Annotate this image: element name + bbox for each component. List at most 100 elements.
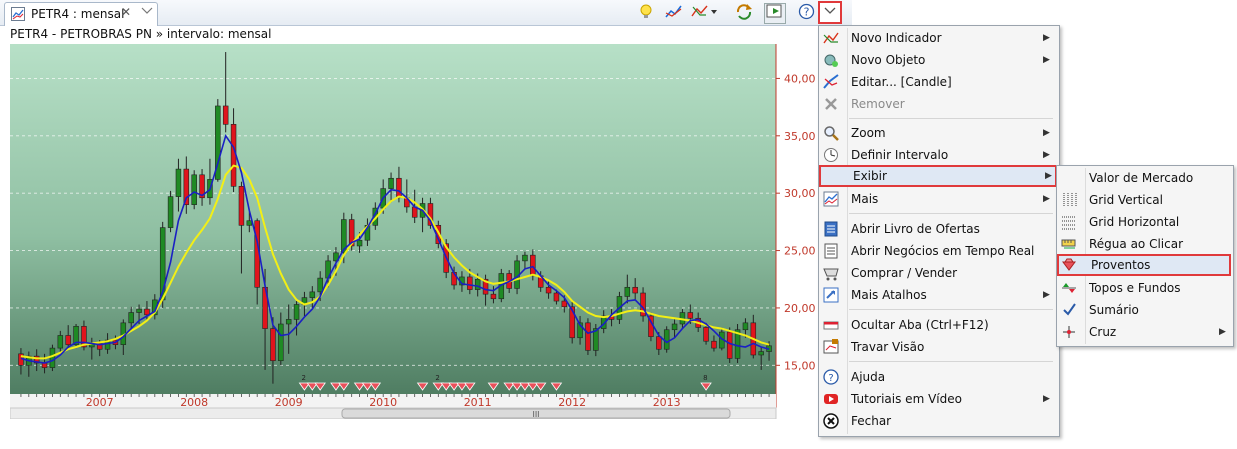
candle-body[interactable] [128,312,134,324]
candle-body[interactable] [246,220,253,226]
tab-overflow-icon[interactable] [140,4,154,20]
candle-body[interactable] [656,336,662,350]
help-icon[interactable]: ? [796,3,816,22]
provento-count-label: 2 [435,374,439,382]
submenu-arrow-icon: ▶ [1043,33,1050,43]
menu-item-cruz[interactable]: Cruz ▶ [1057,321,1231,343]
menu-item-comprar-vender[interactable]: Comprar / Vender [819,262,1057,284]
candle-body[interactable] [530,254,536,277]
submenu-arrow-icon: ▶ [1043,150,1050,160]
menu-item-fechar[interactable]: Fechar [819,410,1057,432]
submenu-arrow-icon: ▶ [1043,394,1050,404]
menu-item-mais[interactable]: Mais ▶ [819,188,1057,210]
candle-body[interactable] [356,239,363,247]
candle-body[interactable] [270,328,276,362]
candle-body[interactable] [663,329,670,350]
candle-body[interactable] [703,327,709,342]
svg-text:?: ? [803,6,809,19]
tab-close-icon[interactable]: ✕ [121,5,131,19]
submenu-arrow-icon: ▶ [1043,55,1050,65]
menu-item-grid-vertical[interactable]: Grid Vertical [1057,189,1231,211]
candle-body[interactable] [144,308,150,316]
candle-body[interactable] [726,331,733,359]
lightbulb-icon[interactable] [636,3,656,22]
candle-body[interactable] [474,278,481,290]
candle-body[interactable] [687,312,694,319]
candle-body[interactable] [545,286,552,294]
menu-item-novo-indicador[interactable]: Novo Indicador ▶ [819,27,1057,49]
candle-body[interactable] [561,300,568,308]
candle-body[interactable] [57,335,64,349]
refresh-icon[interactable] [734,3,754,22]
menu-item-ocultar-aba-ctrl-f12[interactable]: Ocultar Aba (Ctrl+F12) [819,314,1057,336]
menu-item-label: Abrir Livro de Ofertas [851,222,980,236]
submenu-arrow-icon: ▶ [1043,128,1050,138]
menu-item-ajuda[interactable]: ? Ajuda [819,366,1057,388]
menu-item-exibir[interactable]: Exibir ▶ [819,165,1057,187]
regua-ao-clicar-icon [1061,239,1076,249]
candle-body[interactable] [467,276,473,290]
indicator-icon[interactable] [664,3,684,22]
candle-body[interactable] [278,323,284,362]
candle-body[interactable] [758,351,764,356]
chart-tab[interactable]: PETR4 : mensal ✕ [4,2,158,26]
x-tick-label: 2013 [653,396,681,409]
menu-item-editar-candle[interactable]: Editar... [Candle] [819,71,1057,93]
candle-body[interactable] [522,254,528,262]
menu-item-label: Régua ao Clicar [1089,237,1184,251]
menu-item-label: Tutoriais em Vídeo [851,392,962,406]
candle-body[interactable] [136,308,142,313]
view-menu-icon[interactable] [818,1,842,24]
candle-body[interactable] [317,277,323,293]
candle-body[interactable] [191,174,197,205]
scrollbar-grip: III [532,410,539,419]
menu-item-zoom[interactable]: Zoom ▶ [819,122,1057,144]
indicator-dropdown-icon[interactable] [690,3,720,22]
export-icon[interactable] [764,3,786,24]
menu-item-abrir-livro-de-ofertas[interactable]: Abrir Livro de Ofertas [819,218,1057,240]
menu-item-regua-ao-clicar[interactable]: Régua ao Clicar [1057,233,1231,255]
candle-body[interactable] [65,335,71,345]
menu-item-label: Exibir [853,169,887,183]
grid-vertical-icon [1063,193,1077,207]
y-tick-label: 20,00 [784,302,816,315]
menu-item-tutoriais-em-video[interactable]: Tutoriais em Vídeo ▶ [819,388,1057,410]
menu-item-label: Ajuda [851,370,886,384]
candle-body[interactable] [222,105,229,125]
menu-item-label: Topos e Fundos [1089,281,1181,295]
candle-body[interactable] [309,291,316,298]
mais-atalhos-icon [823,287,839,303]
candle-body[interactable] [238,185,245,226]
menu-item-grid-horizontal[interactable]: Grid Horizontal [1057,211,1231,233]
candle-body[interactable] [396,177,402,199]
candle-body[interactable] [388,177,394,189]
candle-body[interactable] [711,340,717,349]
candle-body[interactable] [175,168,182,197]
candle-body[interactable] [49,347,56,368]
candlestick-chart[interactable]: 40,00 35,00 30,00 25,00 20,00 15,00 2 2 8 2007 200… [9,44,820,420]
chart-svg[interactable]: 40,00 35,00 30,00 25,00 20,00 15,00 2 2 8 2007 200… [9,44,820,420]
candle-body[interactable] [742,322,749,331]
candle-body[interactable] [632,286,638,294]
menu-item-proventos[interactable]: Proventos [1057,254,1231,276]
candle-body[interactable] [624,286,631,297]
remover-icon [825,98,837,110]
menu-separator [849,213,1053,214]
candle-body[interactable] [490,293,497,300]
menu-item-topos-e-fundos[interactable]: Topos e Fundos [1057,277,1231,299]
menu-item-label: Valor de Mercado [1089,171,1194,185]
menu-item-sumario[interactable]: Sumário [1057,299,1231,321]
novo-indicador-icon [823,32,839,44]
candle-body[interactable] [285,319,292,325]
menu-item-mais-atalhos[interactable]: Mais Atalhos ▶ [819,284,1057,306]
menu-item-travar-visao[interactable]: Travar Visão [819,336,1057,358]
menu-item-definir-intervalo[interactable]: Definir Intervalo ▶ [819,144,1057,166]
candle-body[interactable] [167,196,174,228]
candle-body[interactable] [671,323,678,331]
candle-body[interactable] [585,322,591,351]
menu-item-valor-de-mercado[interactable]: Valor de Mercado [1057,167,1231,189]
candle-body[interactable] [553,292,560,302]
candle-body[interactable] [293,304,300,320]
menu-item-abrir-negocios-em-tempo-real[interactable]: Abrir Negócios em Tempo Real [819,240,1057,262]
menu-item-novo-objeto[interactable]: Novo Objeto ▶ [819,49,1057,71]
